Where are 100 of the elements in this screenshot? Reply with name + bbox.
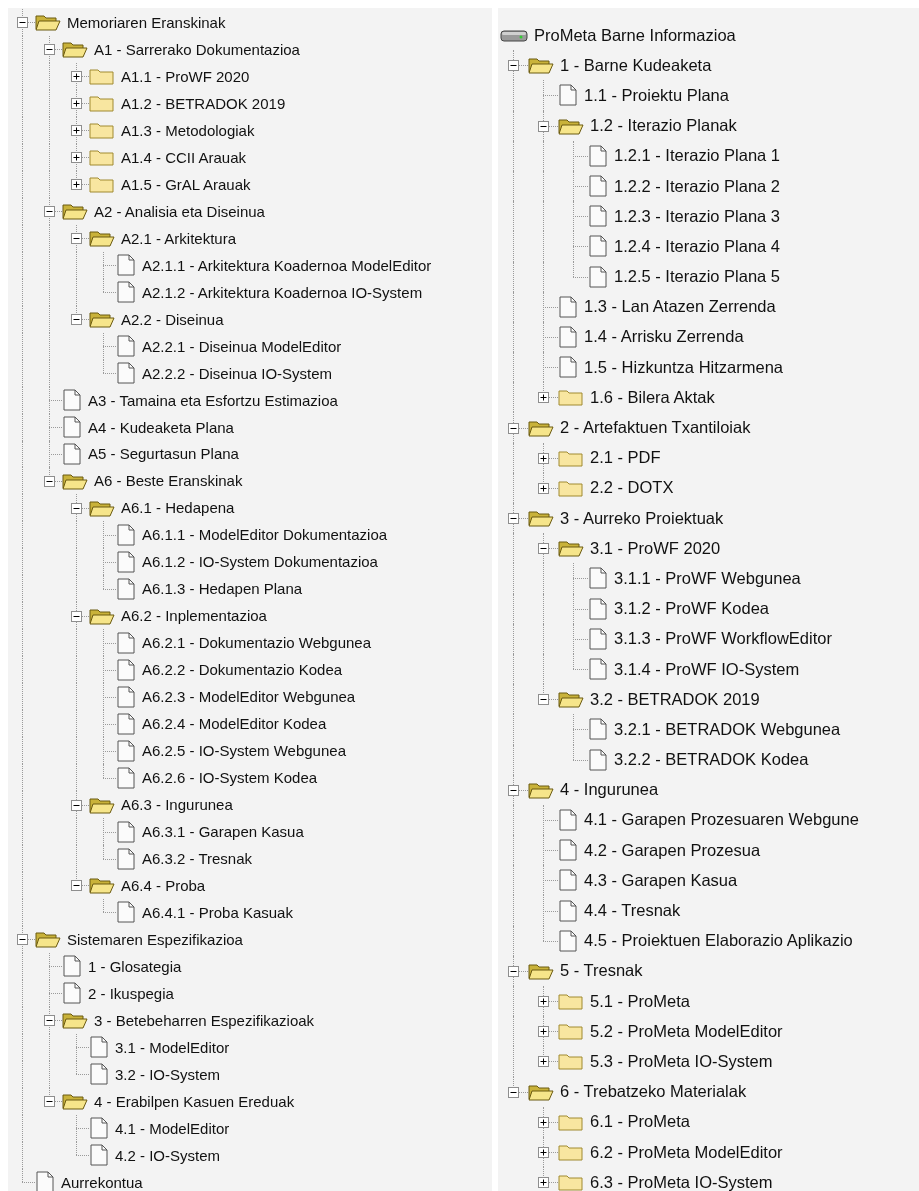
tree-item[interactable]: 1.2.3 - Iterazio Plana 3 (612, 206, 782, 226)
tree-item[interactable]: A2.2.1 - Diseinua ModelEditor (140, 337, 344, 355)
tree-item[interactable]: A1 - Sarrerako Dokumentazioa (92, 40, 302, 58)
tree-toggle[interactable] (508, 784, 519, 796)
tree-item[interactable]: A6.3 - Ingurunea (119, 796, 235, 814)
tree-item[interactable]: A6 - Beste Eranskinak (92, 472, 245, 490)
tree-item[interactable]: 4.3 - Garapen Kasua (582, 870, 740, 890)
tree-toggle[interactable] (508, 513, 519, 525)
tree-item[interactable]: 3.1.2 - ProWF Kodea (612, 599, 771, 619)
tree-toggle[interactable] (70, 610, 82, 622)
tree-item[interactable]: A6.2.5 - IO-System Webgunea (140, 742, 348, 760)
tree-toggle[interactable] (508, 60, 519, 72)
tree-item[interactable]: 1.2.1 - Iterazio Plana 1 (612, 146, 782, 166)
tree-item[interactable]: 4.1 - Garapen Prozesuaren Webgune (582, 810, 861, 830)
tree-toggle[interactable] (538, 120, 549, 132)
tree-item[interactable]: ProMeta Barne Informazioa (532, 25, 738, 45)
tree-item[interactable]: 1 - Glosategia (86, 957, 184, 975)
tree-item[interactable]: A6.2.4 - ModelEditor Kodea (140, 715, 329, 733)
tree-toggle[interactable] (43, 1015, 55, 1027)
tree-toggle[interactable] (16, 17, 28, 29)
tree-toggle[interactable] (70, 880, 82, 892)
tree-item[interactable]: 3.2 - IO-System (113, 1065, 223, 1083)
tree-item[interactable]: A1.3 - Metodologiak (119, 121, 257, 139)
tree-toggle[interactable] (16, 934, 28, 946)
tree-item[interactable]: A6.1 - Hedapena (119, 499, 237, 517)
tree-item[interactable]: 4.5 - Proiektuen Elaborazio Aplikazio (582, 931, 855, 951)
tree-toggle[interactable] (70, 502, 82, 514)
tree-toggle[interactable] (70, 125, 82, 137)
tree-toggle[interactable] (70, 179, 82, 191)
tree-toggle[interactable] (538, 1056, 549, 1068)
tree-item[interactable]: A2 - Analisia eta Diseinua (92, 202, 267, 220)
tree-item[interactable]: 6.1 - ProMeta (588, 1112, 692, 1132)
tree-item[interactable]: 6.3 - ProMeta IO-System (588, 1172, 775, 1191)
tree-item[interactable]: Sistemaren Espezifikazioa (65, 930, 245, 948)
tree-item[interactable]: A6.4.1 - Proba Kasuak (140, 903, 295, 921)
tree-item[interactable]: A2.1.1 - Arkitektura Koadernoa ModelEditor (140, 256, 434, 274)
tree-item[interactable]: A1.2 - BETRADOK 2019 (119, 94, 288, 112)
tree-item[interactable]: A6.3.2 - Tresnak (140, 850, 255, 867)
tree-item[interactable]: 6.2 - ProMeta ModelEditor (588, 1142, 785, 1162)
tree-item[interactable]: A6.2 - Inplementazioa (119, 607, 269, 625)
tree-item[interactable]: 3.2 - BETRADOK 2019 (588, 689, 762, 709)
tree-item[interactable]: A6.3.1 - Garapen Kasua (140, 823, 306, 841)
tree-item[interactable]: A2.1.2 - Arkitektura Koadernoa IO-System (140, 283, 425, 301)
tree-toggle[interactable] (538, 694, 549, 706)
tree-toggle[interactable] (538, 452, 549, 464)
tree-item[interactable]: 5.3 - ProMeta IO-System (588, 1051, 775, 1071)
tree-item[interactable]: A6.2.1 - Dokumentazio Webgunea (140, 634, 374, 652)
tree-item[interactable]: A4 - Kudeaketa Plana (86, 418, 236, 436)
tree-item[interactable]: 3.1 - ModelEditor (113, 1038, 232, 1056)
tree-toggle[interactable] (70, 71, 82, 83)
tree-item[interactable]: 5 - Tresnak (558, 961, 645, 981)
tree-item[interactable]: 6 - Trebatzeko Materialak (558, 1082, 749, 1102)
tree-item[interactable]: 5.1 - ProMeta (588, 991, 692, 1011)
tree-item[interactable]: 1.2 - Iterazio Planak (588, 116, 739, 136)
tree-toggle[interactable] (43, 475, 55, 487)
tree-toggle[interactable] (70, 98, 82, 110)
tree-toggle[interactable] (70, 152, 82, 164)
tree-item[interactable]: 3.1.4 - ProWF IO-System (612, 659, 802, 679)
tree-item[interactable]: A6.2.3 - ModelEditor Webgunea (140, 688, 358, 706)
tree-item[interactable]: A6.1.2 - IO-System Dokumentazioa (140, 553, 380, 571)
tree-item[interactable]: 3.1.1 - ProWF Webgunea (612, 568, 803, 588)
tree-item[interactable]: 1.5 - Hizkuntza Hitzarmena (582, 357, 785, 377)
tree-item[interactable]: A6.4 - Proba (119, 877, 208, 894)
tree-item[interactable]: A2.2 - Diseinua (119, 310, 226, 328)
tree-item[interactable]: 2.1 - PDF (588, 448, 663, 468)
tree-toggle[interactable] (538, 392, 549, 404)
tree-toggle[interactable] (538, 996, 549, 1008)
tree-item[interactable]: A1.1 - ProWF 2020 (119, 67, 252, 85)
tree-item[interactable]: A6.2.2 - Dokumentazio Kodea (140, 661, 345, 679)
tree-item[interactable]: 1.2.5 - Iterazio Plana 5 (612, 267, 782, 287)
tree-item[interactable]: 4 - Ingurunea (558, 780, 661, 800)
tree-item[interactable]: 3 - Betebeharren Espezifikazioak (92, 1011, 317, 1029)
tree-toggle[interactable] (538, 1177, 549, 1189)
tree-toggle[interactable] (538, 543, 549, 555)
tree-toggle[interactable] (70, 233, 82, 245)
tree-item[interactable]: A2.1 - Arkitektura (119, 229, 239, 247)
tree-toggle[interactable] (538, 1147, 549, 1159)
tree-item[interactable]: Memoriaren Eranskinak (65, 14, 228, 31)
tree-toggle[interactable] (538, 1026, 549, 1038)
tree-item[interactable]: A6.2.6 - IO-System Kodea (140, 769, 320, 787)
tree-item[interactable]: A2.2.2 - Diseinua IO-System (140, 364, 335, 382)
tree-item[interactable]: A6.1.1 - ModelEditor Dokumentazioa (140, 526, 390, 544)
tree-toggle[interactable] (70, 799, 82, 811)
tree-item[interactable]: 3 - Aurreko Proiektuak (558, 508, 726, 528)
tree-item[interactable]: 1.2.2 - Iterazio Plana 2 (612, 176, 782, 196)
tree-item[interactable]: 1.3 - Lan Atazen Zerrenda (582, 297, 778, 317)
tree-item[interactable]: 1.2.4 - Iterazio Plana 4 (612, 236, 782, 256)
tree-item[interactable]: 4.1 - ModelEditor (113, 1119, 232, 1137)
tree-item[interactable]: 2 - Artefaktuen Txantiloiak (558, 418, 753, 438)
tree-item[interactable]: 1.1 - Proiektu Plana (582, 85, 731, 105)
tree-item[interactable]: A5 - Segurtasun Plana (86, 445, 241, 463)
tree-toggle[interactable] (538, 1116, 549, 1128)
tree-item[interactable]: 3.2.1 - BETRADOK Webgunea (612, 719, 843, 739)
tree-item[interactable]: 2.2 - DOTX (588, 478, 676, 498)
tree-toggle[interactable] (508, 422, 519, 434)
tree-item[interactable]: A1.4 - CCII Arauak (119, 148, 249, 166)
tree-item[interactable]: 4.4 - Tresnak (582, 901, 683, 921)
tree-toggle[interactable] (508, 965, 519, 977)
tree-item[interactable]: 2 - Ikuspegia (86, 984, 176, 1002)
tree-toggle[interactable] (70, 314, 82, 326)
